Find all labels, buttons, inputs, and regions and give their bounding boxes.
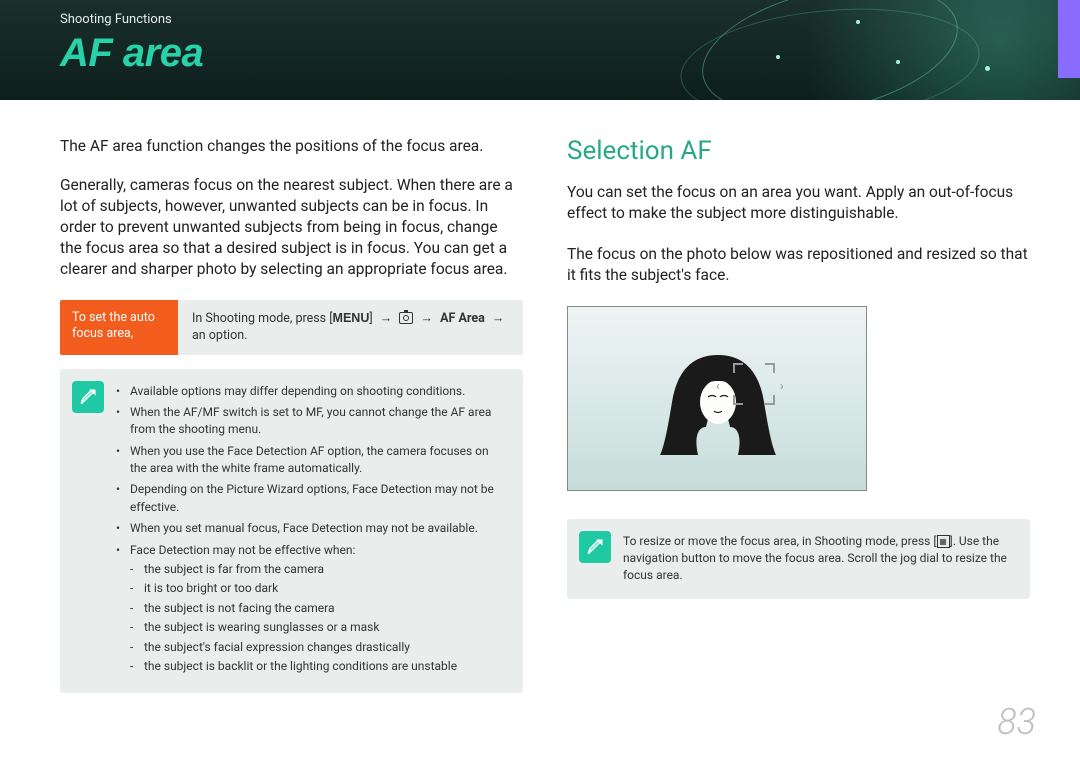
- decorative-dot: [776, 55, 780, 59]
- instruction-box: To set the auto focus area, In Shooting …: [60, 300, 523, 355]
- note-list: Available options may differ depending o…: [116, 383, 507, 676]
- decorative-dot: [856, 20, 860, 24]
- note-item: When the AF/MF switch is set to MF, you …: [116, 404, 507, 439]
- instruction-steps: In Shooting mode, press [MENU] → → AF Ar…: [178, 300, 523, 355]
- left-column: The AF area function changes the positio…: [60, 136, 523, 693]
- af-area-label: AF Area: [440, 311, 485, 326]
- note-item: When you use the Face Detection AF optio…: [116, 443, 507, 478]
- content-area: The AF area function changes the positio…: [0, 100, 1080, 693]
- page-header: Shooting Functions AF area: [0, 0, 1080, 100]
- note-box: Available options may differ depending o…: [60, 369, 523, 694]
- note-item-text: Face Detection may not be effective when…: [130, 543, 355, 557]
- instruction-suffix: an option.: [192, 328, 247, 343]
- note-subitem: the subject is wearing sunglasses or a m…: [130, 619, 507, 636]
- decorative-dot: [896, 60, 900, 64]
- note-subitem: it is too bright or too dark: [130, 580, 507, 597]
- note-item: Available options may differ depending o…: [116, 383, 507, 400]
- instruction-label: To set the auto focus area,: [60, 300, 178, 355]
- note-subitem: the subject is far from the camera: [130, 561, 507, 578]
- right-p1: You can set the focus on an area you wan…: [567, 182, 1030, 224]
- note-box: To resize or move the focus area, in Sho…: [567, 519, 1030, 599]
- note-icon: [72, 381, 104, 413]
- note-subitem: the subject's facial expression changes …: [130, 639, 507, 656]
- instruction-prefix: In Shooting mode, press [: [192, 311, 333, 326]
- arrow-icon: →: [421, 311, 434, 326]
- right-column: Selection AF You can set the focus on an…: [567, 136, 1030, 693]
- right-p2: The focus on the photo below was reposit…: [567, 244, 1030, 286]
- arrow-icon: →: [492, 311, 505, 326]
- menu-button-label: MENU: [333, 311, 370, 325]
- note-text-part1: To resize or move the focus area, in Sho…: [623, 534, 937, 548]
- note-item: Face Detection may not be effective when…: [116, 542, 507, 676]
- body-text: Generally, cameras focus on the nearest …: [60, 175, 523, 280]
- ok-button-icon: ▦: [937, 535, 950, 548]
- note-sublist: the subject is far from the camera it is…: [130, 561, 507, 675]
- side-tab: [1058, 0, 1080, 78]
- chevron-left-icon: ‹: [716, 379, 720, 393]
- note-subitem: the subject is not facing the camera: [130, 600, 507, 617]
- chevron-right-icon: ›: [780, 379, 784, 393]
- arrow-icon: →: [380, 311, 393, 326]
- note-item: Depending on the Picture Wizard options,…: [116, 481, 507, 516]
- focus-bracket: [733, 363, 775, 405]
- page-number: 83: [997, 701, 1036, 743]
- section-heading: Selection AF: [567, 136, 1030, 166]
- note-icon: [579, 531, 611, 563]
- intro-text: The AF area function changes the positio…: [60, 136, 523, 157]
- note-subitem: the subject is backlit or the lighting c…: [130, 658, 507, 675]
- camera-icon: [399, 312, 413, 324]
- note-item: When you set manual focus, Face Detectio…: [116, 520, 507, 537]
- decorative-dot: [985, 66, 990, 71]
- example-photo: ‹ ›: [567, 306, 867, 491]
